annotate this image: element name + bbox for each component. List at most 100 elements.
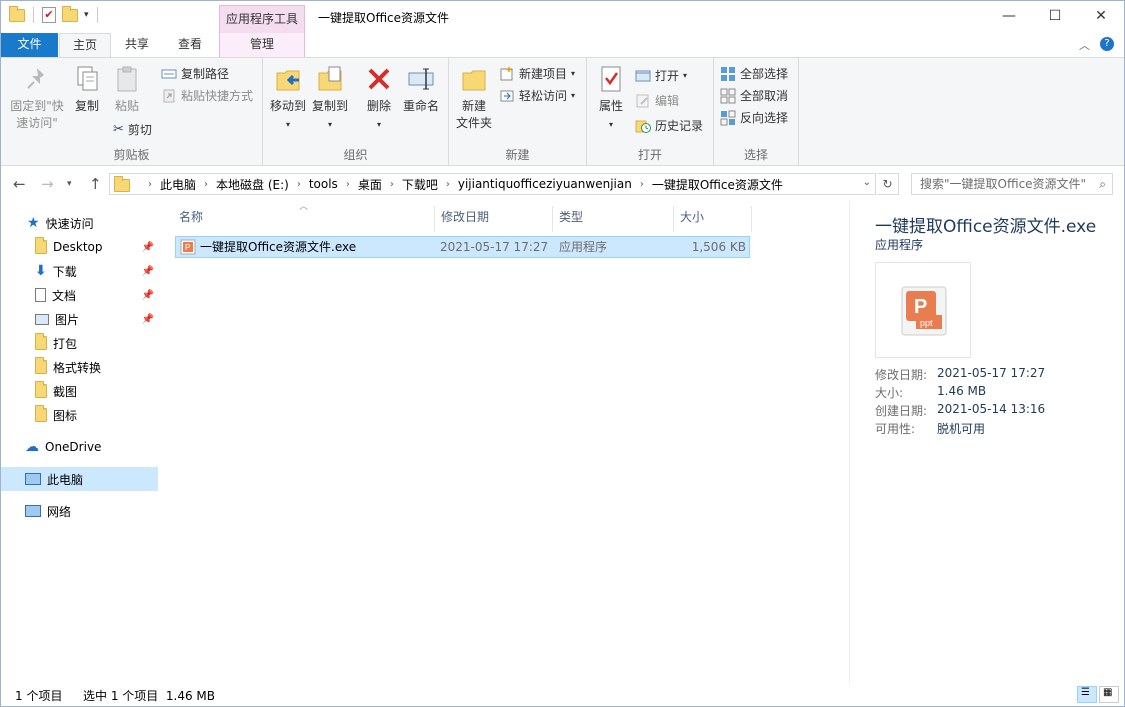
nav-item-downloads[interactable]: ⬇ 下载 📌 [1,259,158,283]
nav-item-quick-access[interactable]: ★ 快速访问 [1,211,158,235]
pin-icon[interactable]: 📌 [142,266,154,277]
select-all-button[interactable]: 全部选择 [720,64,788,84]
nav-item-folder[interactable]: 打包 [1,331,158,355]
chevron-right-icon[interactable]: › [346,179,350,190]
chevron-right-icon[interactable]: › [297,179,301,190]
column-header-type[interactable]: 类型 [553,206,674,232]
breadcrumb-item[interactable]: 下载吧 [402,176,438,193]
chevron-right-icon[interactable]: › [640,179,644,190]
paste-button[interactable]: 粘贴 [109,64,145,115]
organize-group-label: 组织 [263,146,448,163]
window-title: 一键提取Office资源文件 [318,9,449,26]
new-folder-label-1: 新建 [462,99,486,113]
clipboard-group-label: 剪贴板 [1,146,262,163]
picture-icon [35,314,49,325]
large-icons-view-button[interactable]: ▦ [1099,686,1119,703]
open-button[interactable]: 打开▾ [635,66,687,86]
new-folder-button[interactable]: 新建 文件夹 [454,64,494,132]
move-to-icon [273,64,303,94]
nav-label: 格式转换 [53,359,101,376]
nav-item-folder[interactable]: 图标 [1,403,158,427]
details-view-button[interactable]: ☰ [1077,686,1097,703]
forward-button[interactable]: → [41,175,54,193]
refresh-button[interactable]: ↻ [877,173,899,195]
tab-home[interactable]: 主页 [59,33,111,57]
rename-button[interactable]: 重命名 [401,64,441,115]
copy-path-label: 复制路径 [181,64,229,84]
pin-icon[interactable]: 📌 [142,314,154,325]
folder-icon [35,384,47,398]
move-to-button[interactable]: 移动到▾ [268,64,308,133]
invert-selection-button[interactable]: 反向选择 [720,108,788,128]
tab-view[interactable]: 查看 [167,33,213,57]
breadcrumb-item[interactable]: 此电脑 [160,176,196,193]
open-label: 打开 [655,66,679,86]
edit-button[interactable]: 编辑 [635,91,679,111]
nav-item-network[interactable]: 网络 [1,499,158,523]
tab-manage[interactable]: 管理 [219,33,305,57]
maximize-button[interactable]: ☐ [1032,1,1078,33]
thumbnail-text: ppt [920,318,933,328]
organize-group: 移动到▾ 复制到▾ 删除▾ 重命名 组织 [263,58,449,166]
recent-locations-icon[interactable]: ▾ [67,179,72,189]
chevron-right-icon[interactable]: › [390,179,394,190]
pin-quick-access-button[interactable]: 固定到"快 速访问" [7,64,67,132]
breadcrumb-item[interactable]: 一键提取Office资源文件 [652,176,783,193]
pin-icon[interactable]: 📌 [142,242,154,253]
paste-shortcut-button[interactable]: 粘贴快捷方式 [161,86,253,106]
network-icon [25,505,41,517]
pin-icon [22,64,52,94]
minimize-button[interactable]: — [986,1,1032,33]
customize-qat-icon[interactable]: ▾ [84,10,89,20]
nav-label: 网络 [47,503,71,520]
easy-access-button[interactable]: 轻松访问▾ [499,86,575,106]
nav-item-this-pc[interactable]: 此电脑 [1,467,158,491]
nav-item-pictures[interactable]: 图片 📌 [1,307,158,331]
copy-button[interactable]: 复制 [69,64,105,115]
nav-item-folder[interactable]: 格式转换 [1,355,158,379]
column-header-size[interactable]: 大小 [674,206,752,232]
copy-to-button[interactable]: 复制到▾ [310,64,350,133]
delete-button[interactable]: 删除▾ [362,64,396,133]
search-input[interactable]: 搜索"一键提取Office资源文件" ⌕ [911,173,1113,195]
chevron-right-icon[interactable]: › [148,179,152,190]
file-size: 1,506 KB [692,237,746,257]
new-folder-icon[interactable] [62,9,78,22]
close-button[interactable]: ✕ [1078,1,1124,33]
nav-item-folder[interactable]: 截图 [1,379,158,403]
breadcrumb-item[interactable]: 桌面 [358,176,382,193]
pin-icon[interactable]: 📌 [142,290,154,301]
properties-icon [596,64,626,94]
column-header-name[interactable]: 名称 [173,206,435,232]
open-icon [635,68,651,84]
new-item-button[interactable]: 新建项目▾ [499,64,575,84]
properties-label: 属性 [599,99,623,113]
copy-path-button[interactable]: 复制路径 [161,64,229,84]
chevron-down-icon[interactable]: ⌄ [863,177,871,188]
back-button[interactable]: ← [13,175,26,193]
properties-button[interactable]: 属性▾ [593,64,629,133]
chevron-right-icon[interactable]: › [204,179,208,190]
breadcrumb-item[interactable]: 本地磁盘 (E:) [216,176,289,193]
help-icon[interactable]: ? [1100,37,1114,51]
breadcrumb-item[interactable]: tools [309,177,338,191]
folder-icon [35,408,47,422]
breadcrumb-item[interactable]: yijiantiquofficeziyuanwenjian [458,177,632,191]
cut-button[interactable]: ✂ 剪切 [113,120,152,140]
nav-item-documents[interactable]: 文档 📌 [1,283,158,307]
table-row[interactable]: P 一键提取Office资源文件.exe 2021-05-17 17:27 应用… [175,236,750,258]
history-button[interactable]: 历史记录 [635,116,703,136]
select-none-button[interactable]: 全部取消 [720,86,788,106]
address-bar[interactable]: › 此电脑 › 本地磁盘 (E:) › tools › 桌面 › 下载吧 › y… [109,173,876,195]
chevron-right-icon[interactable]: › [446,179,450,190]
paste-label: 粘贴 [115,99,139,113]
up-button[interactable]: ↑ [89,175,102,193]
nav-item-desktop[interactable]: Desktop 📌 [1,235,158,259]
tab-share[interactable]: 共享 [113,33,161,57]
tab-file[interactable]: 文件 [1,33,58,57]
column-header-modified[interactable]: 修改日期 [435,206,553,232]
properties-icon[interactable]: ✔ [42,7,56,23]
chevron-up-icon[interactable]: ︿ [1079,37,1090,53]
easy-access-label: 轻松访问 [519,86,567,106]
nav-item-onedrive[interactable]: ☁ OneDrive [1,435,158,459]
